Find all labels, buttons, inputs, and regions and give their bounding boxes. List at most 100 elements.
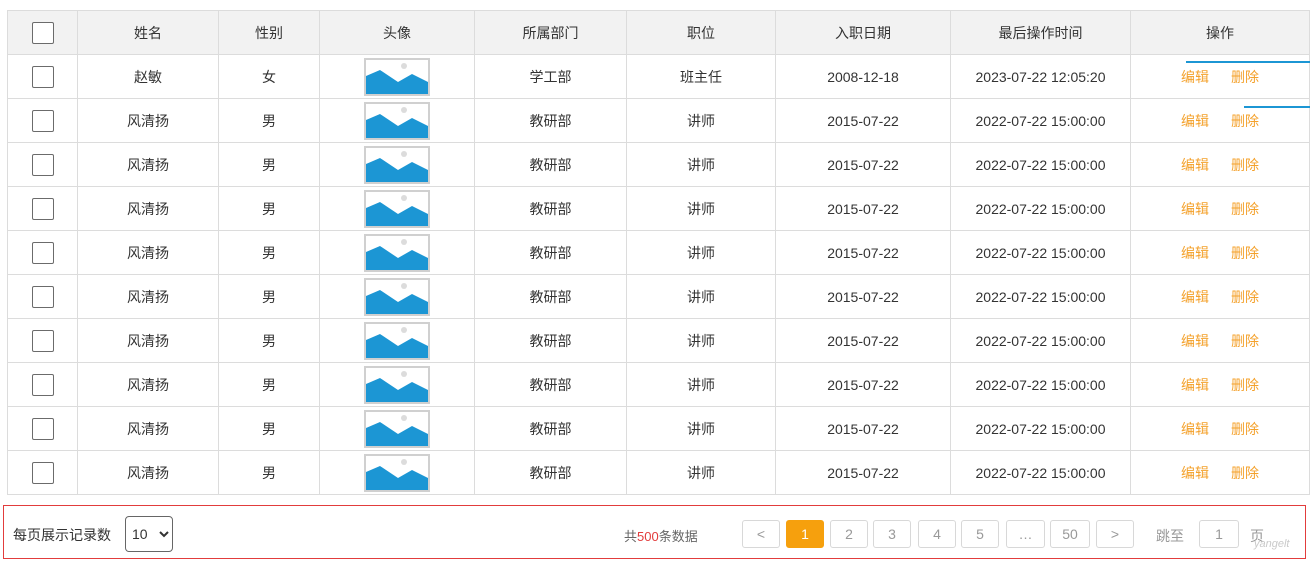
- cell-department: 学工部: [474, 54, 627, 99]
- page-button-5[interactable]: 5: [961, 520, 999, 548]
- cell-last-operation-time: 2022-07-22 15:00:00: [950, 450, 1131, 495]
- row-select-cell[interactable]: [7, 362, 78, 407]
- table-row: 赵敏女 学工部 班主任 2008-12-18 2023-07-22 12:05:20 编辑…: [7, 54, 1310, 99]
- select-all-checkbox[interactable]: [31, 21, 54, 44]
- row-select-cell[interactable]: [7, 186, 78, 231]
- edit-link[interactable]: 编辑: [1181, 245, 1209, 261]
- cell-position: 讲师: [626, 274, 776, 319]
- row-select-cell[interactable]: [7, 230, 78, 275]
- cell-gender: 男: [218, 406, 320, 451]
- edit-link[interactable]: 编辑: [1181, 465, 1209, 481]
- cell-avatar: [319, 274, 475, 319]
- page-button-1[interactable]: 1: [786, 520, 824, 548]
- cell-hire-date: 2015-07-22: [775, 186, 951, 231]
- cell-name: 风清扬: [77, 186, 219, 231]
- cell-department: 教研部: [474, 362, 627, 407]
- jump-to-label: 跳至: [1156, 528, 1184, 544]
- cell-department: 教研部: [474, 98, 627, 143]
- cell-hire-date: 2015-07-22: [775, 450, 951, 495]
- row-checkbox[interactable]: [31, 109, 54, 132]
- image-placeholder-icon: [364, 453, 430, 492]
- row-select-cell[interactable]: [7, 274, 78, 319]
- row-checkbox[interactable]: [31, 285, 54, 308]
- delete-link[interactable]: 删除: [1231, 245, 1259, 261]
- row-checkbox[interactable]: [31, 329, 54, 352]
- delete-link[interactable]: 删除: [1231, 333, 1259, 349]
- total-prefix: 共: [624, 529, 638, 544]
- image-placeholder-icon: [364, 57, 430, 96]
- delete-link[interactable]: 删除: [1231, 289, 1259, 305]
- edit-link[interactable]: 编辑: [1181, 289, 1209, 305]
- edit-link[interactable]: 编辑: [1181, 377, 1209, 393]
- cell-gender: 男: [218, 362, 320, 407]
- header-position: 职位: [626, 10, 776, 55]
- edit-link[interactable]: 编辑: [1181, 69, 1209, 85]
- cell-department: 教研部: [474, 274, 627, 319]
- delete-link[interactable]: 删除: [1231, 201, 1259, 217]
- cell-last-operation-time: 2022-07-22 15:00:00: [950, 230, 1131, 275]
- row-select-cell[interactable]: [7, 406, 78, 451]
- row-select-cell[interactable]: [7, 142, 78, 187]
- delete-link[interactable]: 删除: [1231, 157, 1259, 173]
- page-button-3[interactable]: 3: [873, 520, 911, 548]
- page-button-2[interactable]: 2: [830, 520, 868, 548]
- image-placeholder-icon: [364, 189, 430, 228]
- cell-hire-date: 2015-07-22: [775, 362, 951, 407]
- cell-name: 风清扬: [77, 362, 219, 407]
- next-page-button[interactable]: >: [1096, 520, 1134, 548]
- cell-gender: 男: [218, 186, 320, 231]
- delete-link[interactable]: 删除: [1231, 113, 1259, 129]
- cell-department: 教研部: [474, 186, 627, 231]
- cell-actions: 编辑 删除: [1130, 186, 1310, 231]
- cell-position: 班主任: [626, 54, 776, 99]
- delete-link[interactable]: 删除: [1231, 377, 1259, 393]
- cell-position: 讲师: [626, 362, 776, 407]
- per-page-select[interactable]: 10: [125, 516, 173, 552]
- cell-last-operation-time: 2022-07-22 15:00:00: [950, 362, 1131, 407]
- cell-avatar: [319, 98, 475, 143]
- table-row: 风清扬男教研部 讲师 2015-07-22 2022-07-22 15:00:00 编辑…: [7, 98, 1310, 143]
- header-department: 所属部门: [474, 10, 627, 55]
- row-checkbox[interactable]: [31, 241, 54, 264]
- cell-gender: 男: [218, 230, 320, 275]
- image-placeholder-icon: [364, 321, 430, 360]
- row-select-cell[interactable]: [7, 318, 78, 363]
- row-select-cell[interactable]: [7, 98, 78, 143]
- cell-department: 教研部: [474, 142, 627, 187]
- row-checkbox[interactable]: [31, 461, 54, 484]
- row-select-cell[interactable]: [7, 54, 78, 99]
- header-hire-date: 入职日期: [775, 10, 951, 55]
- edit-link[interactable]: 编辑: [1181, 333, 1209, 349]
- cell-actions: 编辑 删除: [1130, 230, 1310, 275]
- cell-last-operation-time: 2022-07-22 15:00:00: [950, 186, 1131, 231]
- row-checkbox[interactable]: [31, 197, 54, 220]
- row-checkbox[interactable]: [31, 373, 54, 396]
- cell-position: 讲师: [626, 98, 776, 143]
- edit-link[interactable]: 编辑: [1181, 421, 1209, 437]
- row-checkbox[interactable]: [31, 153, 54, 176]
- jump-to-page-input[interactable]: [1199, 520, 1239, 548]
- delete-link[interactable]: 删除: [1231, 465, 1259, 481]
- page-button-4[interactable]: 4: [918, 520, 956, 548]
- edit-link[interactable]: 编辑: [1181, 113, 1209, 129]
- page-button-50[interactable]: 50: [1050, 520, 1090, 548]
- cell-last-operation-time: 2022-07-22 15:00:00: [950, 98, 1131, 143]
- edit-link[interactable]: 编辑: [1181, 201, 1209, 217]
- delete-link[interactable]: 删除: [1231, 421, 1259, 437]
- cell-name: 风清扬: [77, 274, 219, 319]
- edit-link[interactable]: 编辑: [1181, 157, 1209, 173]
- image-placeholder-icon: [364, 365, 430, 404]
- row-select-cell[interactable]: [7, 450, 78, 495]
- row-checkbox[interactable]: [31, 65, 54, 88]
- table-row: 风清扬男教研部 讲师 2015-07-22 2022-07-22 15:00:00 编辑…: [7, 142, 1310, 187]
- header-name: 姓名: [77, 10, 219, 55]
- cell-gender: 男: [218, 142, 320, 187]
- cell-avatar: [319, 230, 475, 275]
- cell-last-operation-time: 2022-07-22 15:00:00: [950, 142, 1131, 187]
- row-checkbox[interactable]: [31, 417, 54, 440]
- total-count: 500: [637, 529, 659, 544]
- total-records: 共500条数据: [624, 526, 698, 545]
- header-select-all[interactable]: [7, 10, 78, 55]
- delete-link[interactable]: 删除: [1231, 69, 1259, 85]
- prev-page-button[interactable]: <: [742, 520, 780, 548]
